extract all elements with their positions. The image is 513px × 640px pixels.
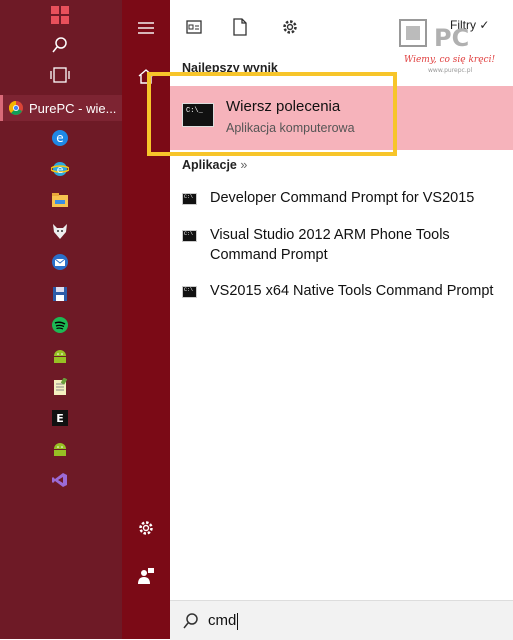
- app-result-item[interactable]: C:\ VS2015 x64 Native Tools Command Prom…: [170, 281, 513, 303]
- svg-text:Wiemy, co się kręci!: Wiemy, co się kręci!: [404, 55, 495, 65]
- spotify-icon[interactable]: [44, 313, 76, 337]
- search-bar[interactable]: cmd: [170, 600, 513, 640]
- wolf-app-icon[interactable]: [44, 219, 76, 243]
- svg-text:PC: PC: [434, 24, 469, 52]
- visual-studio-icon[interactable]: [44, 468, 76, 492]
- svg-text:e: e: [57, 163, 64, 176]
- search-input[interactable]: cmd: [208, 612, 239, 630]
- app-result-item[interactable]: C:\ Developer Command Prompt for VS2015: [170, 188, 513, 210]
- document-icon[interactable]: [228, 15, 252, 39]
- svg-text:e: e: [56, 131, 63, 145]
- text-caret: [237, 612, 239, 630]
- command-prompt-icon: C:\: [182, 193, 197, 205]
- chrome-icon: [9, 101, 23, 115]
- notepad-icon[interactable]: [44, 375, 76, 399]
- edge-icon[interactable]: e: [44, 126, 76, 150]
- chevron-right-icon: »: [240, 158, 248, 172]
- active-marker: [0, 95, 3, 121]
- user-feedback-icon[interactable]: [134, 564, 158, 588]
- app-result-label: Visual Studio 2012 ARM Phone Tools Comma…: [210, 227, 450, 263]
- search-icon[interactable]: [44, 33, 76, 57]
- thunderbird-icon[interactable]: [44, 250, 76, 274]
- app-result-label: VS2015 x64 Native Tools Command Prompt: [210, 283, 494, 299]
- purepc-logo: PC Wiemy, co się kręci! www.purepc.pl: [398, 16, 498, 76]
- app-result-item[interactable]: C:\ Visual Studio 2012 ARM Phone Tools C…: [170, 225, 513, 267]
- command-prompt-icon: C:\: [182, 286, 197, 298]
- save-disk-icon[interactable]: [44, 282, 76, 306]
- taskbar: PurePC - wie... e e E: [0, 0, 122, 639]
- documents-filter-icon[interactable]: [182, 15, 206, 39]
- taskbar-item-chrome[interactable]: PurePC - wie...: [0, 95, 122, 121]
- apps-heading: Aplikacje »: [182, 158, 248, 172]
- svg-text:www.purepc.pl: www.purepc.pl: [428, 67, 473, 74]
- svg-text:E: E: [56, 412, 64, 425]
- hamburger-menu-icon[interactable]: [134, 16, 158, 40]
- search-icon: [183, 613, 198, 629]
- internet-explorer-icon[interactable]: e: [44, 157, 76, 181]
- terminal-e-icon[interactable]: E: [44, 406, 76, 430]
- settings-gear-icon[interactable]: [134, 516, 158, 540]
- app-result-label: Developer Command Prompt for VS2015: [210, 190, 475, 206]
- windows-logo-icon[interactable]: [44, 3, 76, 27]
- android-icon[interactable]: [44, 437, 76, 461]
- settings-filter-icon[interactable]: [278, 15, 302, 39]
- task-view-icon[interactable]: [44, 63, 76, 87]
- command-prompt-icon: C:\: [182, 230, 197, 242]
- highlight-frame: [147, 72, 397, 156]
- chrome-label: PurePC - wie...: [29, 100, 117, 116]
- file-explorer-icon[interactable]: [44, 188, 76, 212]
- android-icon[interactable]: [44, 344, 76, 368]
